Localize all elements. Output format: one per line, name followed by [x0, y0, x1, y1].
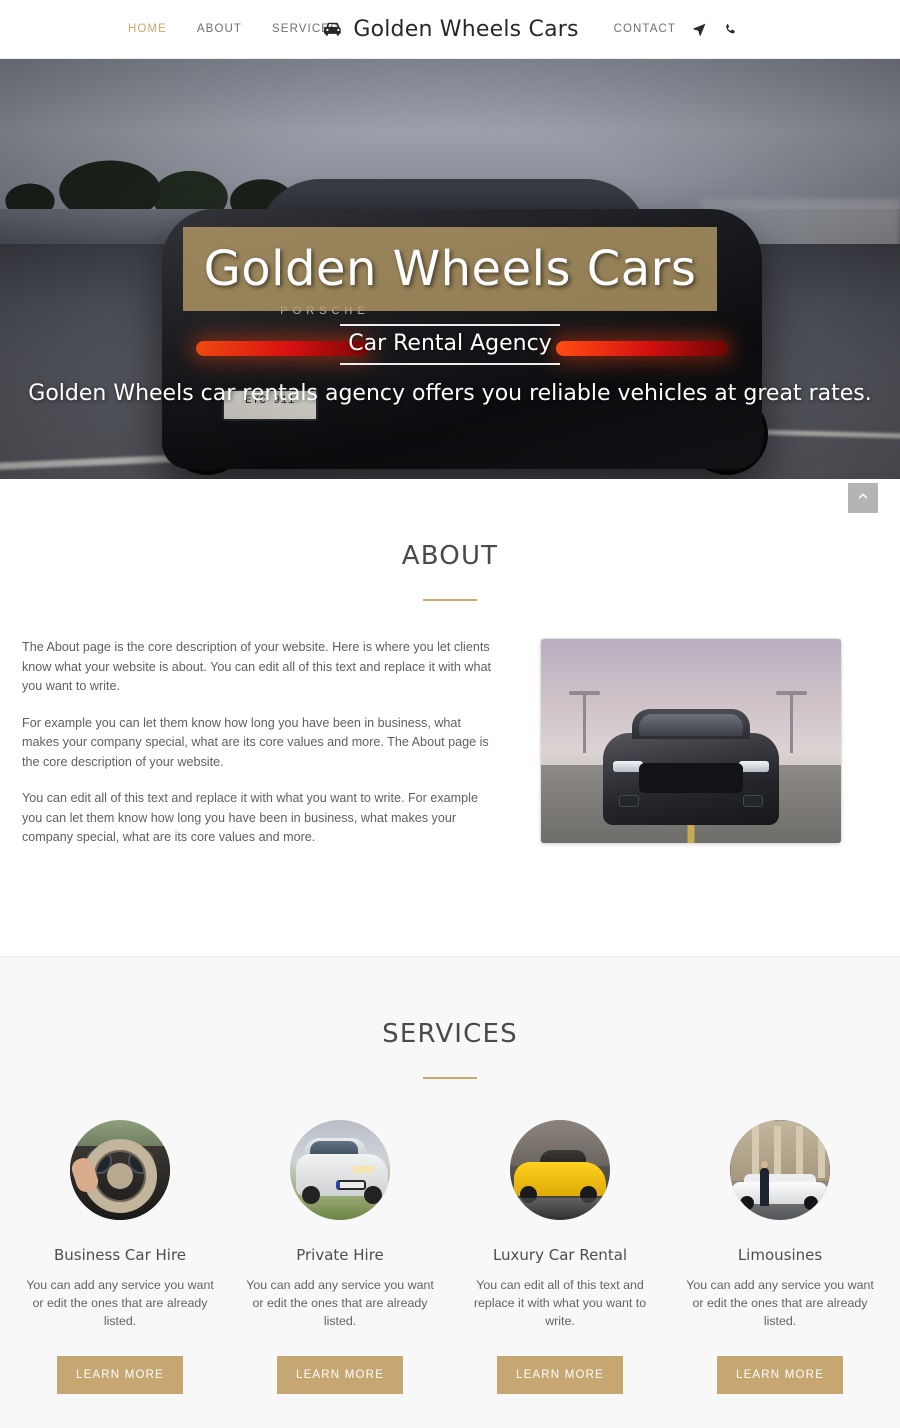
about-paragraph-1: The About page is the core description o…: [22, 640, 492, 693]
nav-link-home[interactable]: HOME: [128, 23, 167, 35]
services-section: SERVICES Business Car Hire You can add a…: [0, 956, 900, 1428]
service-image-limousines[interactable]: [730, 1120, 830, 1220]
navigation-arrow-icon[interactable]: [692, 22, 707, 37]
service-description: You can add any service you want or edit…: [26, 1278, 214, 1328]
phone-icon[interactable]: [723, 22, 738, 37]
services-grid: Business Car Hire You can add any servic…: [0, 1120, 900, 1394]
about-divider: [423, 599, 477, 601]
service-name: Limousines: [737, 1246, 823, 1264]
nav-link-contact[interactable]: CONTACT: [614, 23, 676, 35]
service-image-private-hire[interactable]: [290, 1120, 390, 1220]
learn-more-button[interactable]: LEARN MORE: [276, 1356, 404, 1394]
about-paragraph-2: For example you can let them know how lo…: [22, 715, 489, 769]
service-image-luxury-car-rental[interactable]: [510, 1120, 610, 1220]
hero-content: Golden Wheels Cars Car Rental Agency Gol…: [0, 59, 900, 479]
navbar: HOME ABOUT SERVICES Golden Wheels Cars C…: [0, 0, 900, 59]
service-name: Luxury Car Rental: [492, 1246, 628, 1264]
service-name: Private Hire: [296, 1246, 384, 1264]
scroll-to-top-button[interactable]: [848, 483, 878, 513]
nav-link-about[interactable]: ABOUT: [197, 23, 242, 35]
service-description: You can add any service you want or edit…: [686, 1278, 874, 1328]
brand-logo[interactable]: Golden Wheels Cars: [321, 17, 578, 42]
services-title: SERVICES: [382, 1019, 518, 1049]
service-description: You can add any service you want or edit…: [246, 1278, 434, 1328]
brand-title: Golden Wheels Cars: [353, 16, 579, 42]
learn-more-button[interactable]: LEARN MORE: [496, 1356, 624, 1394]
service-name: Business Car Hire: [53, 1246, 187, 1264]
hero-section: PORSCHE EYC 911 Golden Wheels Cars Car R…: [0, 59, 900, 479]
page-root: HOME ABOUT SERVICES Golden Wheels Cars C…: [0, 0, 900, 1428]
about-text-column: The About page is the core description o…: [22, 638, 492, 865]
hero-title-band: Golden Wheels Cars: [183, 227, 717, 311]
about-image: [540, 638, 842, 844]
about-paragraph-3: You can edit all of this text and replac…: [22, 791, 478, 844]
hero-subtitle: Car Rental Agency: [348, 331, 552, 356]
service-card-luxury-car-rental: Luxury Car Rental You can edit all of th…: [450, 1120, 670, 1394]
secondary-nav: CONTACT: [614, 22, 738, 37]
service-card-private-hire: Private Hire You can add any service you…: [230, 1120, 450, 1394]
hero-subtitle-wrap: Car Rental Agency: [340, 324, 560, 365]
service-card-business-car-hire: Business Car Hire You can add any servic…: [10, 1120, 230, 1394]
hero-description: Golden Wheels car rentals agency offers …: [28, 381, 872, 406]
hero-title: Golden Wheels Cars: [203, 241, 697, 297]
service-description: You can edit all of this text and replac…: [473, 1278, 647, 1328]
car-icon: [321, 18, 344, 41]
about-grid: The About page is the core description o…: [0, 638, 900, 865]
about-title: ABOUT: [401, 541, 499, 571]
primary-nav: HOME ABOUT SERVICES: [128, 23, 339, 35]
service-card-limousines: Limousines You can add any service you w…: [670, 1120, 890, 1394]
learn-more-button[interactable]: LEARN MORE: [56, 1356, 184, 1394]
about-section: ABOUT The About page is the core descrip…: [0, 479, 900, 956]
services-divider: [423, 1077, 477, 1079]
chevron-up-icon: [856, 489, 870, 508]
service-image-business-car-hire[interactable]: [70, 1120, 170, 1220]
learn-more-button[interactable]: LEARN MORE: [716, 1356, 844, 1394]
